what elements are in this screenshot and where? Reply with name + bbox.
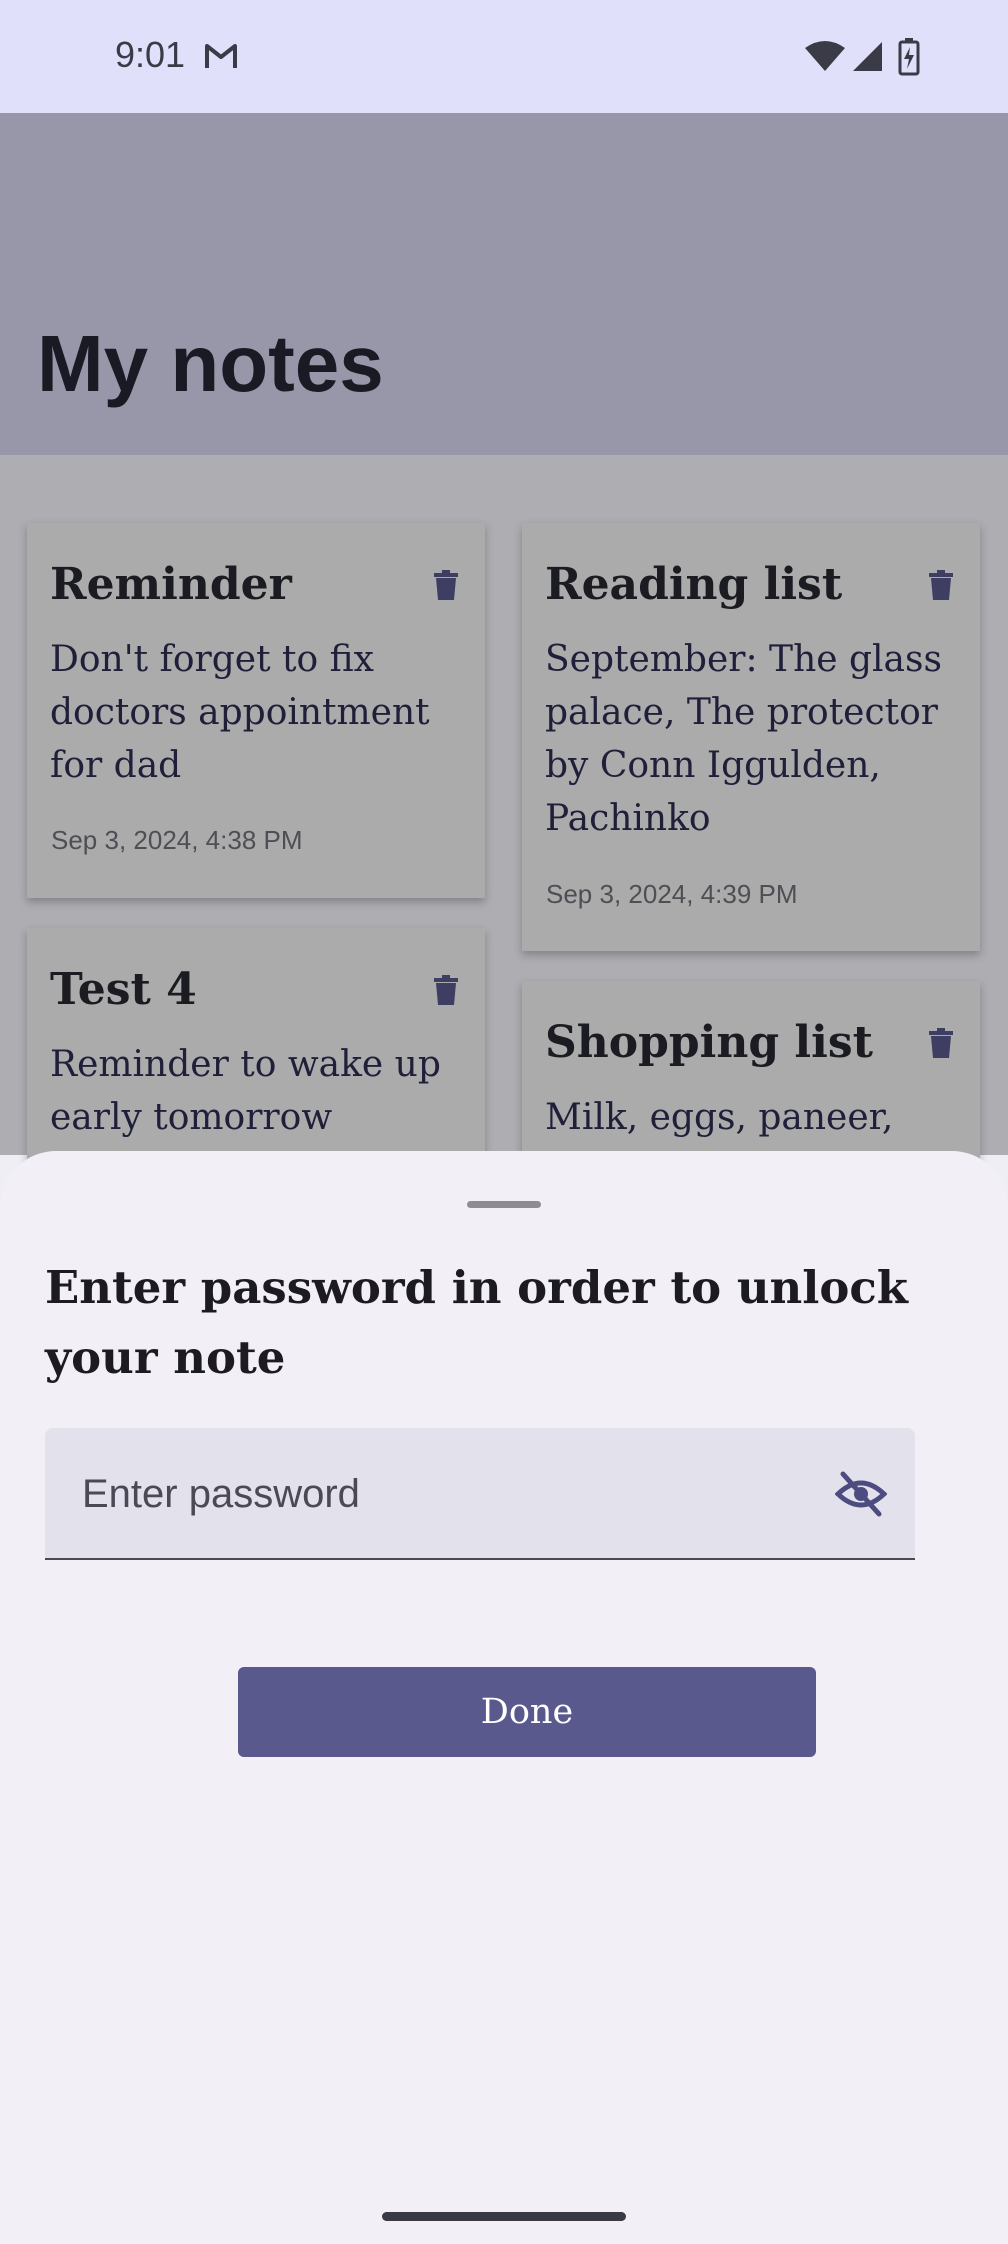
note-card-reminder[interactable]: Reminder Don't forget to fix doctors app…: [27, 523, 485, 898]
password-input[interactable]: [82, 1466, 822, 1522]
drag-handle[interactable]: [467, 1201, 541, 1208]
note-card-reading-list[interactable]: Reading list September: The glass palace…: [522, 523, 980, 951]
trash-icon[interactable]: [434, 975, 458, 1005]
unlock-bottom-sheet: Enter password in order to unlock your n…: [0, 1151, 1008, 2244]
eye-off-icon[interactable]: [835, 1468, 887, 1520]
note-body: Milk, eggs, paneer,: [545, 1097, 894, 1138]
trash-icon[interactable]: [929, 1028, 953, 1058]
note-title: Shopping list: [545, 1017, 873, 1068]
note-title: Reminder: [50, 559, 292, 610]
note-body: September: The glass palace, The protect…: [545, 639, 942, 839]
status-time: 9:01: [115, 34, 186, 75]
note-card-test-4[interactable]: Test 4 Reminder to wake up early tomorro…: [27, 928, 485, 1188]
note-body: Reminder to wake up early tomorrow: [50, 1044, 441, 1138]
trash-icon[interactable]: [929, 570, 953, 600]
gmail-icon: [205, 44, 237, 68]
signal-icon: [853, 42, 882, 71]
note-body: Don't forget to fix doctors appointment …: [50, 639, 430, 786]
trash-icon[interactable]: [434, 570, 458, 600]
notes-grid: Reminder Don't forget to fix doctors app…: [0, 455, 1008, 1241]
note-title: Test 4: [50, 964, 197, 1015]
sheet-title: Enter password in order to unlock your n…: [45, 1261, 908, 1384]
done-button[interactable]: Done: [238, 1667, 816, 1757]
note-title: Reading list: [545, 559, 843, 610]
wifi-icon: [805, 41, 845, 71]
note-date: Sep 3, 2024, 4:38 PM: [51, 825, 303, 855]
note-date: Sep 3, 2024, 4:39 PM: [546, 879, 798, 909]
page-title: My notes: [37, 319, 384, 408]
gesture-nav-handle[interactable]: [382, 2212, 626, 2221]
battery-charging-icon: [898, 38, 920, 76]
status-bar: 9:01: [0, 0, 1008, 113]
password-field[interactable]: [45, 1428, 915, 1560]
